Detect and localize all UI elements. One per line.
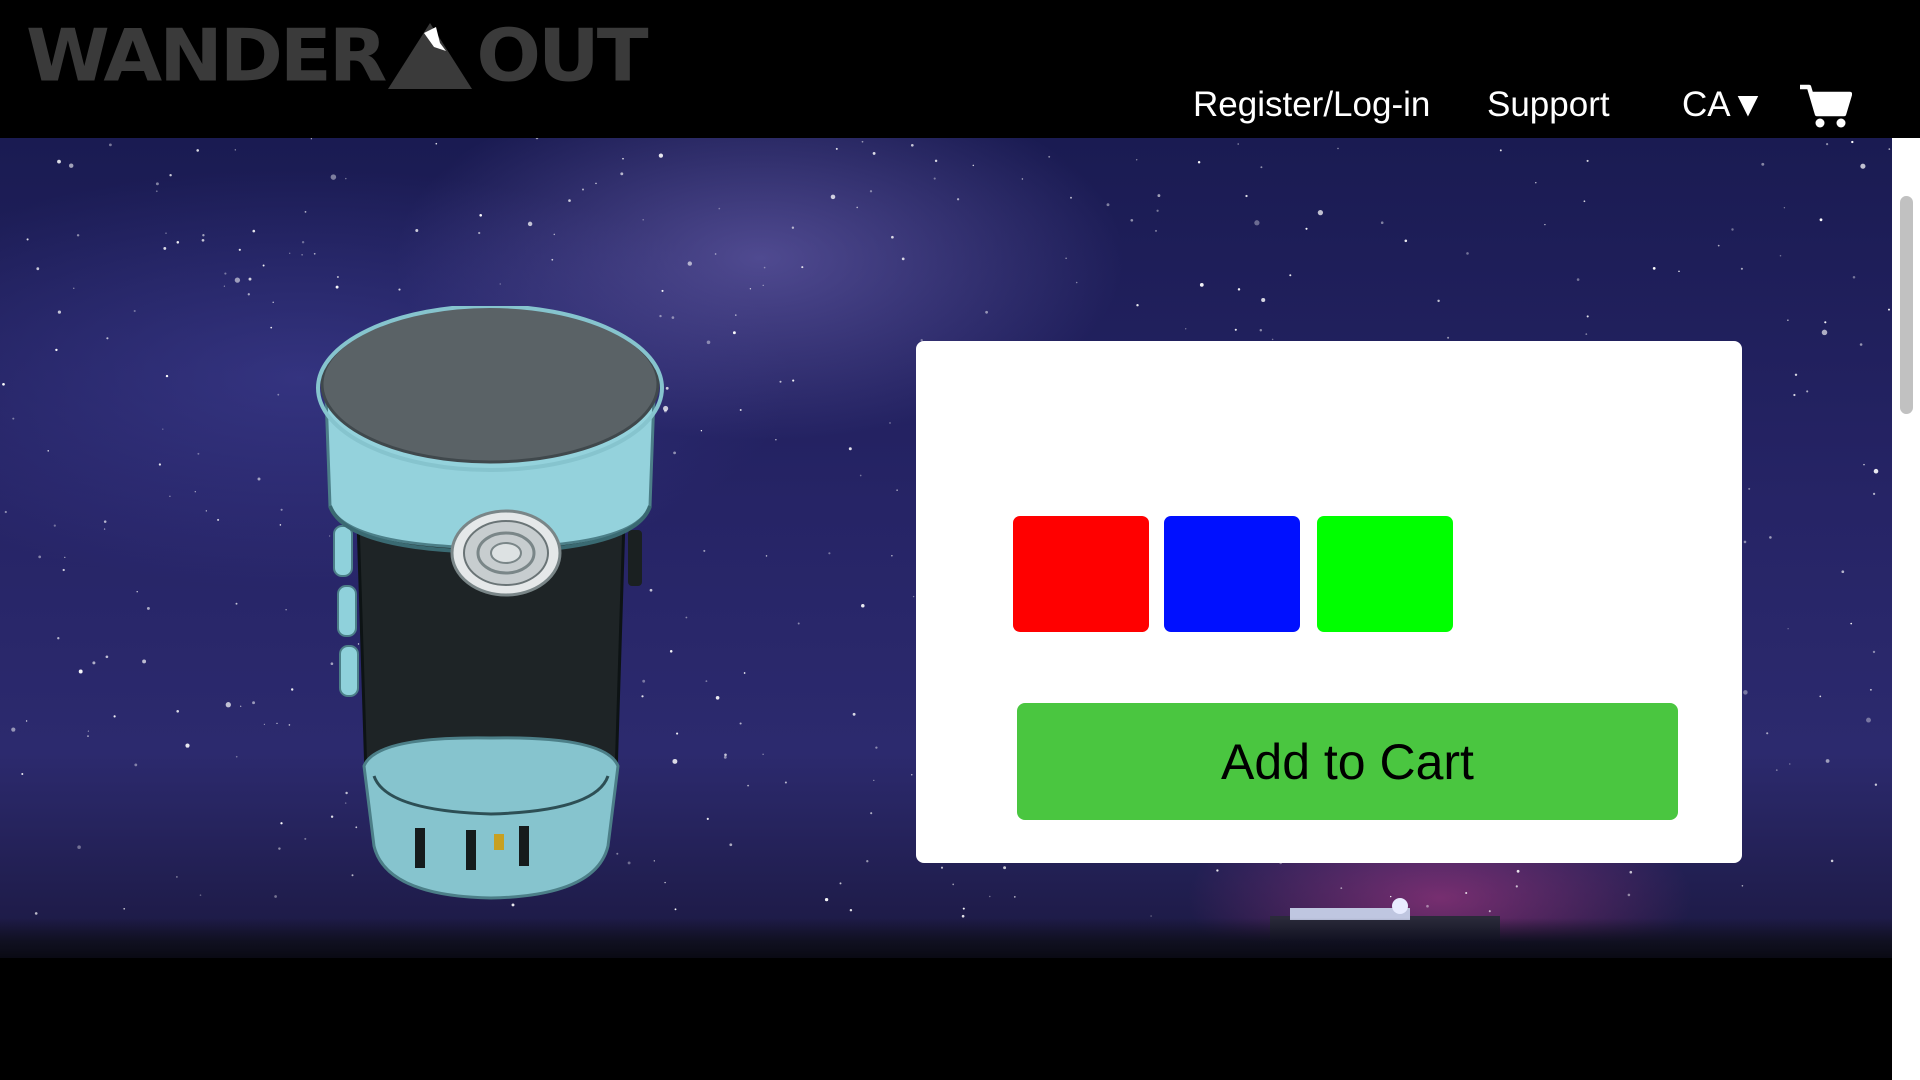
product-options-panel: Add to Cart [916, 341, 1742, 863]
color-swatch-green[interactable] [1317, 516, 1453, 632]
mountain-logo-icon [388, 23, 473, 89]
register-login-link[interactable]: Register/Log-in [1193, 80, 1430, 130]
top-navigation-bar: WANDER OUT Register/Log-in Support CA▼ [0, 0, 1892, 138]
region-dropdown[interactable]: CA▼ [1682, 80, 1765, 130]
add-to-cart-button[interactable]: Add to Cart [1017, 703, 1678, 820]
shopping-cart-icon[interactable] [1798, 82, 1852, 130]
scrollbar-thumb[interactable] [1900, 196, 1913, 414]
wanderout-logo[interactable]: WANDER OUT [26, 13, 649, 98]
lantern-product-image [316, 306, 664, 900]
vertical-scrollbar[interactable] [1892, 138, 1920, 1080]
horizon-ground [0, 918, 1892, 958]
logo-text-out: OUT [476, 13, 648, 98]
color-swatch-blue[interactable] [1164, 516, 1300, 632]
logo-text-wander: WANDER [26, 13, 387, 98]
support-link[interactable]: Support [1487, 80, 1610, 130]
color-swatch-red[interactable] [1013, 516, 1149, 632]
